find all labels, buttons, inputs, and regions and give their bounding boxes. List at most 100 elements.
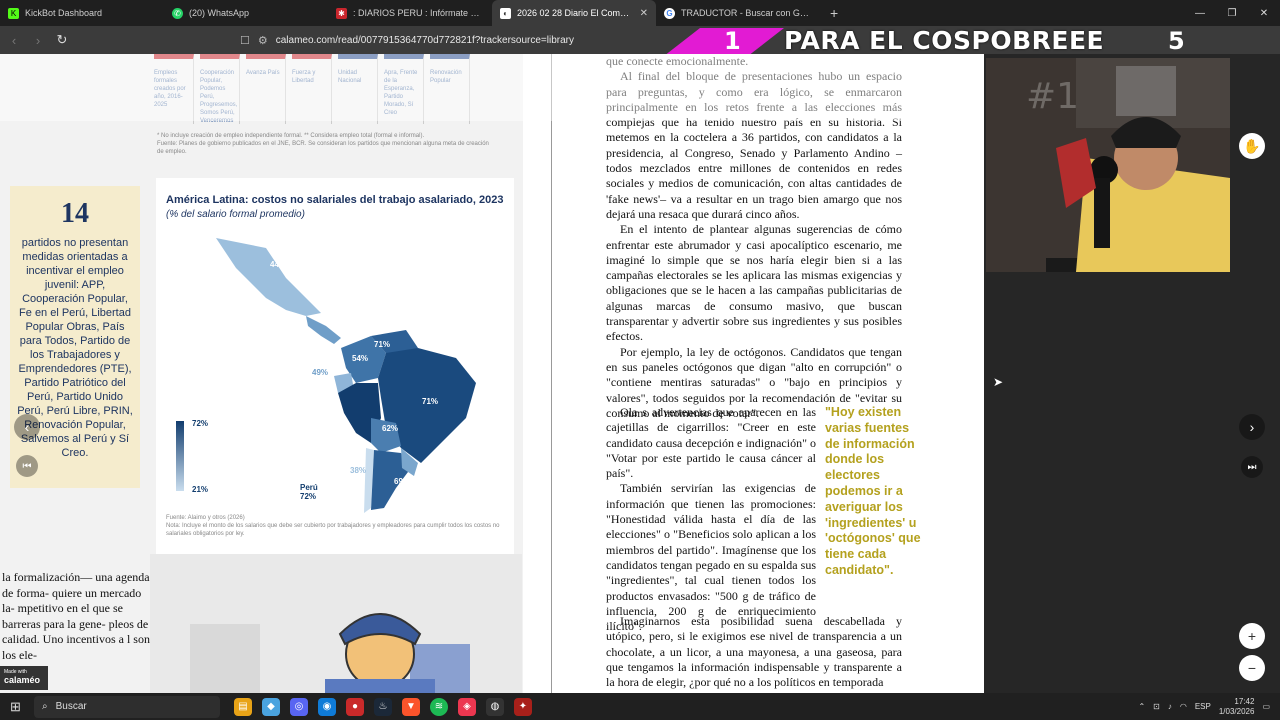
network-icon[interactable]: ⊡ [1153, 702, 1160, 711]
back-arrow-icon[interactable]: ‹ [4, 30, 24, 50]
next-page-button[interactable]: › [1239, 414, 1265, 440]
tab-whatsapp[interactable]: ✆ (20) WhatsApp [164, 0, 328, 26]
central-america-shape [306, 316, 341, 344]
table-note: Fuente: Planes de gobierno publicados en… [157, 141, 489, 155]
streamer-video: #1 [986, 58, 1230, 272]
map-label-colombia: 54% [352, 354, 369, 363]
plus-icon: + [1247, 628, 1257, 644]
peru-name: Perú [300, 483, 318, 492]
mexico-shape [216, 238, 321, 316]
last-page-button[interactable]: ⏭ [1241, 456, 1263, 478]
obs-icon[interactable]: ◍ [486, 697, 504, 716]
legend-gradient [176, 421, 184, 491]
notification-icon[interactable]: ▭ [1262, 702, 1270, 711]
taskbar-search[interactable]: ⌕ Buscar [34, 695, 220, 718]
fact-panel: 14 partidos no presentan medidas orienta… [10, 186, 140, 488]
search-placeholder: Buscar [55, 701, 87, 712]
zoom-out-button[interactable]: − [1239, 655, 1265, 681]
illustration-drawing [190, 613, 470, 693]
windows-taskbar: ⊞ ⌕ Buscar ▤ ◆ ◎ ◉ ● ♨ ▼ ≋ ◈ ◍ ✦ ⌃ ⊡ ♪ ◠… [0, 693, 1280, 720]
google-icon: G [664, 7, 675, 19]
wifi-icon[interactable]: ◠ [1180, 702, 1187, 711]
map-label-venezuela: 71% [374, 340, 391, 349]
badge-brand: calaméo [4, 675, 41, 685]
map-label-brazil: 71% [422, 397, 439, 406]
map-label-chile: 38% [350, 466, 367, 475]
system-tray: ⌃ ⊡ ♪ ◠ ESP 17:42 1/03/2026 ▭ [1138, 693, 1280, 720]
left-page: Empleos formales creados por año, 2016-2… [0, 54, 523, 693]
windows-start-icon[interactable]: ⊞ [10, 699, 21, 715]
chevron-up-icon[interactable]: ⌃ [1138, 702, 1145, 711]
tab-el-comercio[interactable]: ◐ 2026 02 28 Diario El Comercio ✕ [492, 0, 656, 26]
pull-quote: "Hoy existen varias fuentes de informaci… [825, 405, 921, 577]
discord-icon[interactable]: ◎ [290, 697, 308, 716]
right-page: que conecte emocionalmente. Al final del… [551, 54, 984, 693]
skip-end-icon: ⏭ [1247, 461, 1257, 473]
whatsapp-icon: ✆ [172, 7, 183, 19]
close-window-icon[interactable]: ✕ [1248, 0, 1280, 26]
latin-america-map [216, 238, 476, 513]
diarios-icon: ✱ [336, 7, 347, 19]
map-label-peru: Perú 72% [300, 483, 318, 501]
search-icon: ⌕ [42, 701, 48, 712]
new-tab-button[interactable]: + [820, 0, 848, 26]
chevron-right-icon: › [1249, 419, 1255, 435]
restore-icon[interactable]: ❐ [1216, 0, 1248, 26]
map-label-argentina: 69% [394, 477, 411, 486]
brave-icon[interactable]: ▼ [402, 697, 420, 716]
minimize-icon[interactable]: — [1184, 0, 1216, 26]
window-controls: — ❐ ✕ [1184, 0, 1280, 26]
tab-kickbot[interactable]: K KickBot Dashboard [0, 0, 164, 26]
document-viewer[interactable]: Empleos formales creados por año, 2016-2… [0, 54, 984, 693]
edge-icon[interactable]: ◉ [318, 697, 336, 716]
peru-value: 72% [300, 492, 317, 501]
tab-label: KickBot Dashboard [25, 8, 103, 18]
previous-page-button[interactable]: ‹ [14, 414, 40, 440]
chevron-left-icon: ‹ [24, 419, 30, 435]
zoom-in-button[interactable]: + [1239, 623, 1265, 649]
calameo-badge[interactable]: Made with calaméo [0, 666, 48, 690]
map-title: América Latina: costos no salariales del… [166, 194, 504, 206]
hand-tool-button[interactable]: ✋ [1239, 133, 1265, 159]
banner-right-number: 5 [1168, 27, 1185, 55]
mouse-cursor-icon: ➤ [993, 375, 1004, 389]
tab-label: TRADUCTOR - Buscar con Google [681, 8, 812, 18]
clock[interactable]: 17:42 1/03/2026 [1219, 697, 1255, 717]
table-note: * No incluye creación de empleo independ… [157, 133, 425, 139]
article-paragraph: Imaginarnos esta posibilidad suena desca… [606, 614, 902, 690]
browser-icon[interactable]: ◈ [458, 697, 476, 716]
factory-illustration [150, 554, 522, 693]
close-tab-icon[interactable]: ✕ [640, 8, 648, 19]
file-explorer-icon[interactable]: ▤ [234, 697, 252, 716]
url-text[interactable]: calameo.com/read/0077915364770d772821f?t… [276, 35, 574, 46]
forward-arrow-icon[interactable]: › [28, 30, 48, 50]
volume-icon[interactable]: ♪ [1168, 702, 1172, 711]
site-info-icon[interactable]: ⚙ [258, 34, 268, 47]
app-icon[interactable]: ◆ [262, 697, 280, 716]
calameo-icon: ◐ [500, 7, 511, 19]
language-indicator[interactable]: ESP [1195, 702, 1211, 711]
svg-text:#1: #1 [1026, 76, 1079, 117]
map-source: Fuente: Alaimo y otros (2026) Nota: Incl… [166, 514, 506, 538]
tab-traductor[interactable]: G TRADUCTOR - Buscar con Google [656, 0, 820, 26]
tab-diarios[interactable]: ✱ : DIARIOS PERU : Infórmate GRatis : [328, 0, 492, 26]
viewer-top-overlay [0, 54, 984, 121]
fact-number: 14 [61, 198, 89, 229]
steam-icon[interactable]: ♨ [374, 697, 392, 716]
reload-icon[interactable]: ↻ [52, 30, 72, 50]
stream-overlay-banner: 1 PARA EL COSPOBREEE 5 [664, 26, 1204, 56]
taskbar-apps: ▤ ◆ ◎ ◉ ● ♨ ▼ ≋ ◈ ◍ ✦ [234, 697, 532, 716]
article-paragraph: También servirían las exigencias de info… [606, 481, 816, 634]
spotify-icon[interactable]: ≋ [430, 697, 448, 716]
bookmark-icon[interactable]: ☐ [240, 34, 250, 47]
first-page-button[interactable]: ⏮ [16, 455, 38, 477]
app-icon[interactable]: ● [346, 697, 364, 716]
legend-low: 21% [192, 485, 209, 494]
webcam-overlay: #1 [986, 58, 1230, 272]
tab-label: : DIARIOS PERU : Infórmate GRatis : [353, 8, 484, 18]
banner-left-number: 1 [724, 27, 741, 55]
map-label-mexico: 44% [270, 260, 287, 269]
map-card: América Latina: costos no salariales del… [156, 178, 514, 556]
app-icon[interactable]: ✦ [514, 697, 532, 716]
skip-start-icon: ⏮ [22, 460, 32, 472]
